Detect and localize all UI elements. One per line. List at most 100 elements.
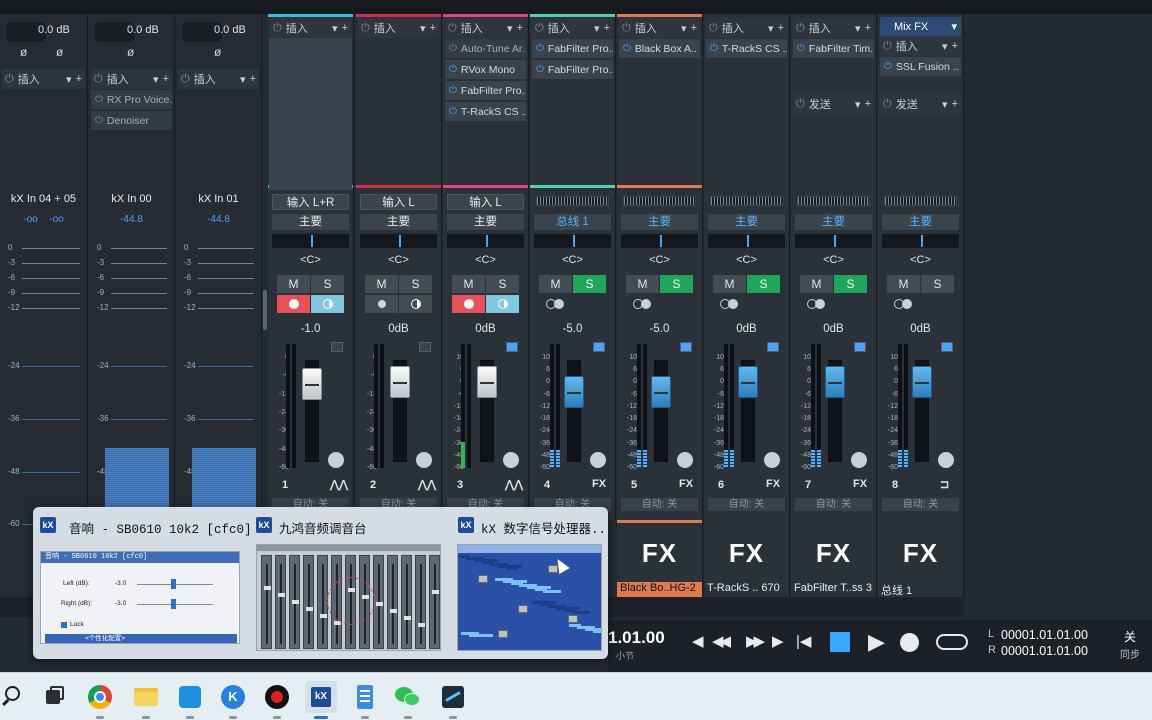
add-icon[interactable]: + (342, 22, 348, 34)
channel-settings-icon[interactable] (851, 452, 867, 468)
add-icon[interactable]: + (778, 22, 784, 34)
power-icon[interactable]: ⏻ (95, 115, 103, 126)
dropdown-icon[interactable]: ▾ (951, 17, 957, 37)
power-icon[interactable]: ⏻ (273, 22, 282, 35)
output-selector[interactable]: 主要 (708, 214, 785, 230)
preview-title[interactable]: 九鸿音频调音台 (279, 518, 367, 537)
pan-slider[interactable] (708, 234, 785, 248)
dropdown-icon[interactable]: ▾ (507, 22, 513, 35)
power-icon[interactable]: ⏻ (710, 43, 718, 54)
dropdown-icon[interactable]: ▾ (855, 22, 861, 35)
fx-icon[interactable]: FX (592, 478, 606, 490)
volume-fader[interactable] (390, 366, 410, 398)
wave-icon[interactable]: ⋀⋀ (505, 478, 523, 491)
fx-icon[interactable]: FX (679, 478, 693, 490)
loop-button[interactable] (936, 634, 968, 650)
plugin-slot[interactable]: ⏻ FabFilter Pro.. (445, 81, 526, 100)
dropdown-icon[interactable]: ▾ (332, 22, 338, 35)
record-button[interactable] (900, 633, 919, 652)
insert-header[interactable]: ⏻ 插入 ▾ + (270, 18, 351, 38)
plugin-slot[interactable]: ⏻ SSL Fusion .. (880, 57, 961, 76)
task-view-icon[interactable] (38, 681, 70, 713)
wave-icon[interactable]: ⋀⋀ (330, 478, 348, 491)
record-arm-button[interactable] (277, 295, 310, 313)
pan-slider[interactable] (882, 234, 959, 248)
solo-button[interactable]: S (660, 275, 693, 293)
phase-icon[interactable]: ø (214, 45, 221, 59)
dropdown-icon[interactable]: ▾ (768, 22, 774, 35)
power-icon[interactable]: ⏻ (884, 61, 892, 72)
power-icon[interactable]: ⏻ (536, 64, 544, 75)
power-icon[interactable]: ⏻ (623, 43, 631, 54)
add-icon[interactable]: + (604, 22, 610, 34)
add-icon[interactable]: + (865, 98, 871, 110)
file-explorer-icon[interactable] (130, 681, 162, 719)
channel-settings-icon[interactable] (764, 452, 780, 468)
pan-slider[interactable] (447, 234, 524, 248)
channel-settings-icon[interactable] (328, 452, 344, 468)
plugin-slot[interactable]: ⏻ T-RackS CS .. (445, 102, 526, 121)
insert-header[interactable]: ⏻ 插入 ▾ + (2, 69, 85, 89)
preview-thumbnail-3[interactable] (457, 544, 602, 651)
power-icon[interactable]: ⏻ (796, 22, 805, 35)
monitor-button[interactable] (399, 295, 432, 313)
pan-slider[interactable] (272, 234, 349, 248)
wave-icon[interactable]: ⋀⋀ (418, 478, 436, 491)
dropdown-icon[interactable]: ▾ (942, 98, 948, 111)
dropdown-icon[interactable]: ▾ (594, 22, 600, 35)
phase-icon[interactable]: ø (56, 45, 63, 59)
automation-mode[interactable]: 自动: 关 (882, 498, 959, 511)
preview-thumbnail-1[interactable]: 音响 - SB0610 10k2 [cfc0] Left (dB): -3.0 … (40, 551, 240, 644)
solo-button[interactable]: S (311, 275, 344, 293)
insert-header[interactable]: ⏻ 插入 ▾ + (706, 18, 787, 38)
loop-end[interactable]: 00001.01.01.00 (1001, 644, 1088, 658)
sync-state[interactable]: 关 (1124, 628, 1136, 645)
link-icon[interactable] (633, 298, 655, 310)
fx-channel-strip[interactable]: FX T-RackS .. 670 (704, 520, 790, 598)
prev-marker-icon[interactable]: ◀ (692, 632, 704, 650)
mute-button[interactable]: M (713, 275, 746, 293)
power-icon[interactable]: ⏻ (883, 98, 892, 111)
insert-header[interactable]: ⏻ 插入 ▾ + (358, 18, 439, 38)
automation-mode[interactable]: 自动: 关 (708, 498, 785, 511)
plugin-slot[interactable]: ⏻ RX Pro Voice.. (91, 90, 172, 109)
notepad-icon[interactable] (349, 681, 381, 719)
insert-header[interactable]: ⏻ 插入 ▾ + (793, 18, 874, 38)
insert-header[interactable]: ⏻ 插入 ▾ + (445, 18, 526, 38)
fast-forward-icon[interactable]: ▶▶ (746, 632, 765, 650)
mute-button[interactable]: M (452, 275, 485, 293)
return-to-zero-icon[interactable]: |◀ (796, 632, 811, 650)
channel-settings-icon[interactable] (938, 452, 954, 468)
solo-button[interactable]: S (399, 275, 432, 293)
power-icon[interactable]: ⏻ (449, 64, 457, 75)
input-selector[interactable]: 输入 L+R (272, 194, 349, 210)
power-icon[interactable]: ⏻ (449, 85, 457, 96)
stop-button[interactable] (830, 632, 850, 652)
mute-button[interactable]: M (365, 275, 398, 293)
power-icon[interactable]: ⏻ (361, 22, 370, 35)
solo-button[interactable]: S (573, 275, 606, 293)
link-icon[interactable] (807, 298, 829, 310)
app-icon[interactable] (174, 681, 206, 719)
output-selector[interactable]: 主要 (360, 214, 437, 230)
fx-icon[interactable]: FX (853, 478, 867, 490)
power-icon[interactable]: ⏻ (536, 43, 544, 54)
volume-fader[interactable] (564, 376, 584, 408)
power-icon[interactable]: ⏻ (797, 43, 805, 54)
monitor-button[interactable] (486, 295, 519, 313)
power-icon[interactable]: ⏻ (535, 22, 544, 35)
phase-icon[interactable]: ø (20, 45, 27, 59)
power-icon[interactable]: ⏻ (883, 40, 892, 53)
monitor-button[interactable] (311, 295, 344, 313)
volume-fader[interactable] (651, 376, 671, 408)
preview-title[interactable]: kX 数字信号处理器... (481, 518, 608, 537)
input-selector[interactable]: 输入 L (447, 194, 524, 210)
output-selector[interactable]: 主要 (795, 214, 872, 230)
volume-fader[interactable] (912, 366, 932, 398)
mute-button[interactable]: M (539, 275, 572, 293)
power-icon[interactable]: ⏻ (448, 22, 457, 35)
insert-header[interactable]: ⏻ 插入 ▾ + (532, 18, 613, 38)
add-icon[interactable]: + (76, 73, 82, 85)
record-arm-button[interactable] (452, 295, 485, 313)
power-icon[interactable]: ⏻ (181, 73, 190, 86)
